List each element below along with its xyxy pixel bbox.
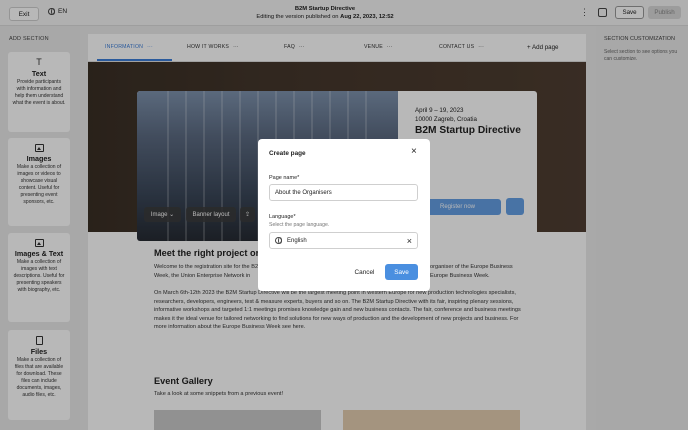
page-name-label: Page name* <box>269 175 300 181</box>
language-label: Language* <box>269 214 296 220</box>
globe-icon <box>275 237 282 244</box>
language-select[interactable]: English × <box>269 232 418 249</box>
clear-icon[interactable]: × <box>407 236 412 246</box>
close-icon[interactable]: × <box>411 146 417 158</box>
dialog-title: Create page <box>269 150 306 157</box>
dialog-save-button[interactable]: Save <box>385 264 418 280</box>
cancel-button[interactable]: Cancel <box>348 264 381 280</box>
page-name-input[interactable]: About the Organisers <box>269 184 418 201</box>
language-help-text: Select the page language. <box>269 222 330 228</box>
